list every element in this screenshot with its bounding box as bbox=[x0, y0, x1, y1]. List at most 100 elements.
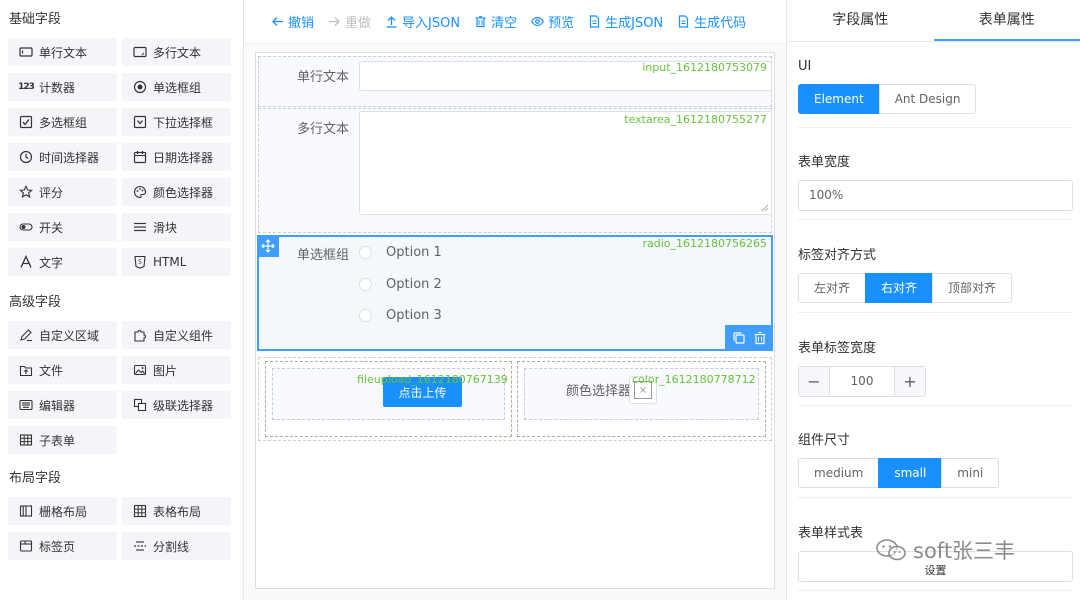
radio-circle[interactable] bbox=[359, 309, 372, 322]
upload-icon bbox=[385, 15, 398, 28]
radio-option-label: Option 3 bbox=[386, 308, 442, 323]
palette-item-table-layout[interactable]: 表格布局 bbox=[122, 497, 231, 525]
field-actions bbox=[725, 325, 773, 351]
advanced-fields-title: 高级字段 bbox=[9, 292, 235, 314]
radio-option[interactable]: Option 3 bbox=[359, 308, 442, 323]
palette-item-time[interactable]: 时间选择器 bbox=[8, 143, 117, 171]
grid-layout-icon bbox=[19, 504, 33, 518]
palette-item-subform[interactable]: 子表单 bbox=[8, 426, 117, 454]
palette-item-slider[interactable]: 滑块 bbox=[122, 213, 231, 241]
textarea-icon bbox=[133, 45, 147, 59]
palette-item-label: 栅格布局 bbox=[39, 503, 87, 520]
palette-item-color[interactable]: 颜色选择器 bbox=[122, 178, 231, 206]
radio-circle[interactable] bbox=[359, 246, 372, 259]
preview-button[interactable]: 预览 bbox=[531, 12, 574, 31]
resize-grip-icon[interactable] bbox=[761, 204, 769, 212]
ui-switch: Element Ant Design bbox=[798, 84, 1073, 114]
field-id: fileupload_1612180767139 bbox=[357, 373, 508, 386]
label-align-label: 标签对齐方式 bbox=[798, 244, 1073, 263]
tab-form-properties[interactable]: 表单属性 bbox=[934, 0, 1080, 41]
increase-button[interactable]: + bbox=[894, 367, 925, 396]
palette-item-divider[interactable]: 分割线 bbox=[122, 532, 231, 560]
palette-item-rate[interactable]: 评分 bbox=[8, 178, 117, 206]
import-json-label: 导入JSON bbox=[402, 12, 460, 31]
field-label: 多行文本 bbox=[259, 118, 349, 137]
form-canvas[interactable]: 单行文本 input_1612180753079 多行文本 textarea_1… bbox=[255, 52, 775, 589]
align-top-button[interactable]: 顶部对齐 bbox=[932, 273, 1012, 303]
palette-item-label: 图片 bbox=[153, 362, 177, 379]
palette-item-cascader[interactable]: 级联选择器 bbox=[122, 391, 231, 419]
form-width-input[interactable]: 100% bbox=[798, 180, 1073, 211]
properties-tabs: 字段属性 表单属性 bbox=[787, 0, 1080, 42]
palette-item-textarea[interactable]: 多行文本 bbox=[122, 38, 231, 66]
size-mini-button[interactable]: mini bbox=[941, 458, 999, 488]
palette-item-editor[interactable]: 编辑器 bbox=[8, 391, 117, 419]
redo-button[interactable]: 重做 bbox=[328, 12, 371, 31]
decrease-button[interactable]: − bbox=[799, 367, 830, 396]
layout-fields-title: 布局字段 bbox=[9, 468, 235, 490]
palette-item-text[interactable]: 文字 bbox=[8, 248, 117, 276]
palette-item-label: 单行文本 bbox=[39, 44, 87, 61]
label-align-switch: 左对齐 右对齐 顶部对齐 bbox=[798, 273, 1073, 303]
delete-icon[interactable] bbox=[753, 331, 767, 345]
radio-icon bbox=[133, 80, 147, 94]
number-icon: 123 bbox=[19, 80, 33, 94]
field-id: radio_1612180756265 bbox=[642, 237, 767, 250]
palette-item-radio[interactable]: 单选框组 bbox=[122, 73, 231, 101]
ui-element-button[interactable]: Element bbox=[798, 84, 880, 114]
palette-item-grid[interactable]: 栅格布局 bbox=[8, 497, 117, 525]
form-item-color[interactable]: 颜色选择器 × color_1612180778712 bbox=[524, 368, 759, 420]
palette-item-label: 级联选择器 bbox=[153, 397, 213, 414]
text-icon bbox=[19, 255, 33, 269]
form-item-textarea[interactable]: 多行文本 textarea_1612180755277 bbox=[258, 108, 772, 233]
tab-field-properties[interactable]: 字段属性 bbox=[787, 0, 934, 41]
palette-item-date[interactable]: 日期选择器 bbox=[122, 143, 231, 171]
palette-item-custom-area[interactable]: 自定义区域 bbox=[8, 321, 117, 349]
align-left-button[interactable]: 左对齐 bbox=[798, 273, 866, 303]
undo-button[interactable]: 撤销 bbox=[271, 12, 314, 31]
divider bbox=[798, 497, 1073, 498]
label-width-value[interactable]: 100 bbox=[830, 367, 894, 396]
divider bbox=[798, 590, 1073, 591]
grid-column[interactable]: 颜色选择器 × color_1612180778712 bbox=[517, 361, 766, 437]
palette-item-html[interactable]: 5HTML bbox=[122, 248, 231, 276]
palette-item-select[interactable]: 下拉选择框 bbox=[122, 108, 231, 136]
form-item-input[interactable]: 单行文本 input_1612180753079 bbox=[258, 56, 772, 107]
palette-item-tabs[interactable]: 标签页 bbox=[8, 532, 117, 560]
radio-option[interactable]: Option 2 bbox=[359, 277, 442, 292]
generate-json-button[interactable]: 生成JSON bbox=[588, 12, 663, 31]
palette-item-input[interactable]: 单行文本 bbox=[8, 38, 117, 66]
palette-item-custom-component[interactable]: 自定义组件 bbox=[122, 321, 231, 349]
align-right-button[interactable]: 右对齐 bbox=[865, 273, 933, 303]
radio-circle[interactable] bbox=[359, 278, 372, 291]
puzzle-icon bbox=[133, 328, 147, 342]
palette-item-image[interactable]: 图片 bbox=[122, 356, 231, 384]
copy-icon[interactable] bbox=[732, 331, 746, 345]
palette-item-label: 自定义组件 bbox=[153, 327, 213, 344]
palette-icon bbox=[133, 185, 147, 199]
generate-code-button[interactable]: 生成代码 bbox=[677, 12, 746, 31]
palette-item-label: 日期选择器 bbox=[153, 149, 213, 166]
document-icon bbox=[677, 15, 690, 28]
radio-option[interactable]: Option 1 bbox=[359, 245, 442, 260]
html-icon: 5 bbox=[133, 255, 147, 269]
palette-item-label: 评分 bbox=[39, 184, 63, 201]
palette-item-file[interactable]: 文件 bbox=[8, 356, 117, 384]
import-json-button[interactable]: 导入JSON bbox=[385, 12, 460, 31]
grid-column[interactable]: 文件 点击上传 fileupload_1612180767139 bbox=[265, 361, 512, 437]
palette-item-switch[interactable]: 开关 bbox=[8, 213, 117, 241]
textarea-input[interactable] bbox=[359, 111, 772, 215]
palette-item-label: 子表单 bbox=[39, 432, 75, 449]
palette-item-checkbox[interactable]: 多选框组 bbox=[8, 108, 117, 136]
palette-item-label: 单选框组 bbox=[153, 79, 201, 96]
input-icon bbox=[19, 45, 33, 59]
switch-icon bbox=[19, 220, 33, 234]
form-item-radio-selected[interactable]: 单选框组 radio_1612180756265 Option 1 Option… bbox=[257, 235, 773, 351]
clear-button[interactable]: 清空 bbox=[474, 12, 517, 31]
size-medium-button[interactable]: medium bbox=[798, 458, 879, 488]
ui-antd-button[interactable]: Ant Design bbox=[879, 84, 977, 114]
grid-layout[interactable]: 文件 点击上传 fileupload_1612180767139 颜色选择器 ×… bbox=[258, 357, 772, 441]
size-small-button[interactable]: small bbox=[878, 458, 942, 488]
form-item-upload[interactable]: 文件 点击上传 fileupload_1612180767139 bbox=[272, 368, 505, 420]
palette-item-number[interactable]: 123计数器 bbox=[8, 73, 117, 101]
